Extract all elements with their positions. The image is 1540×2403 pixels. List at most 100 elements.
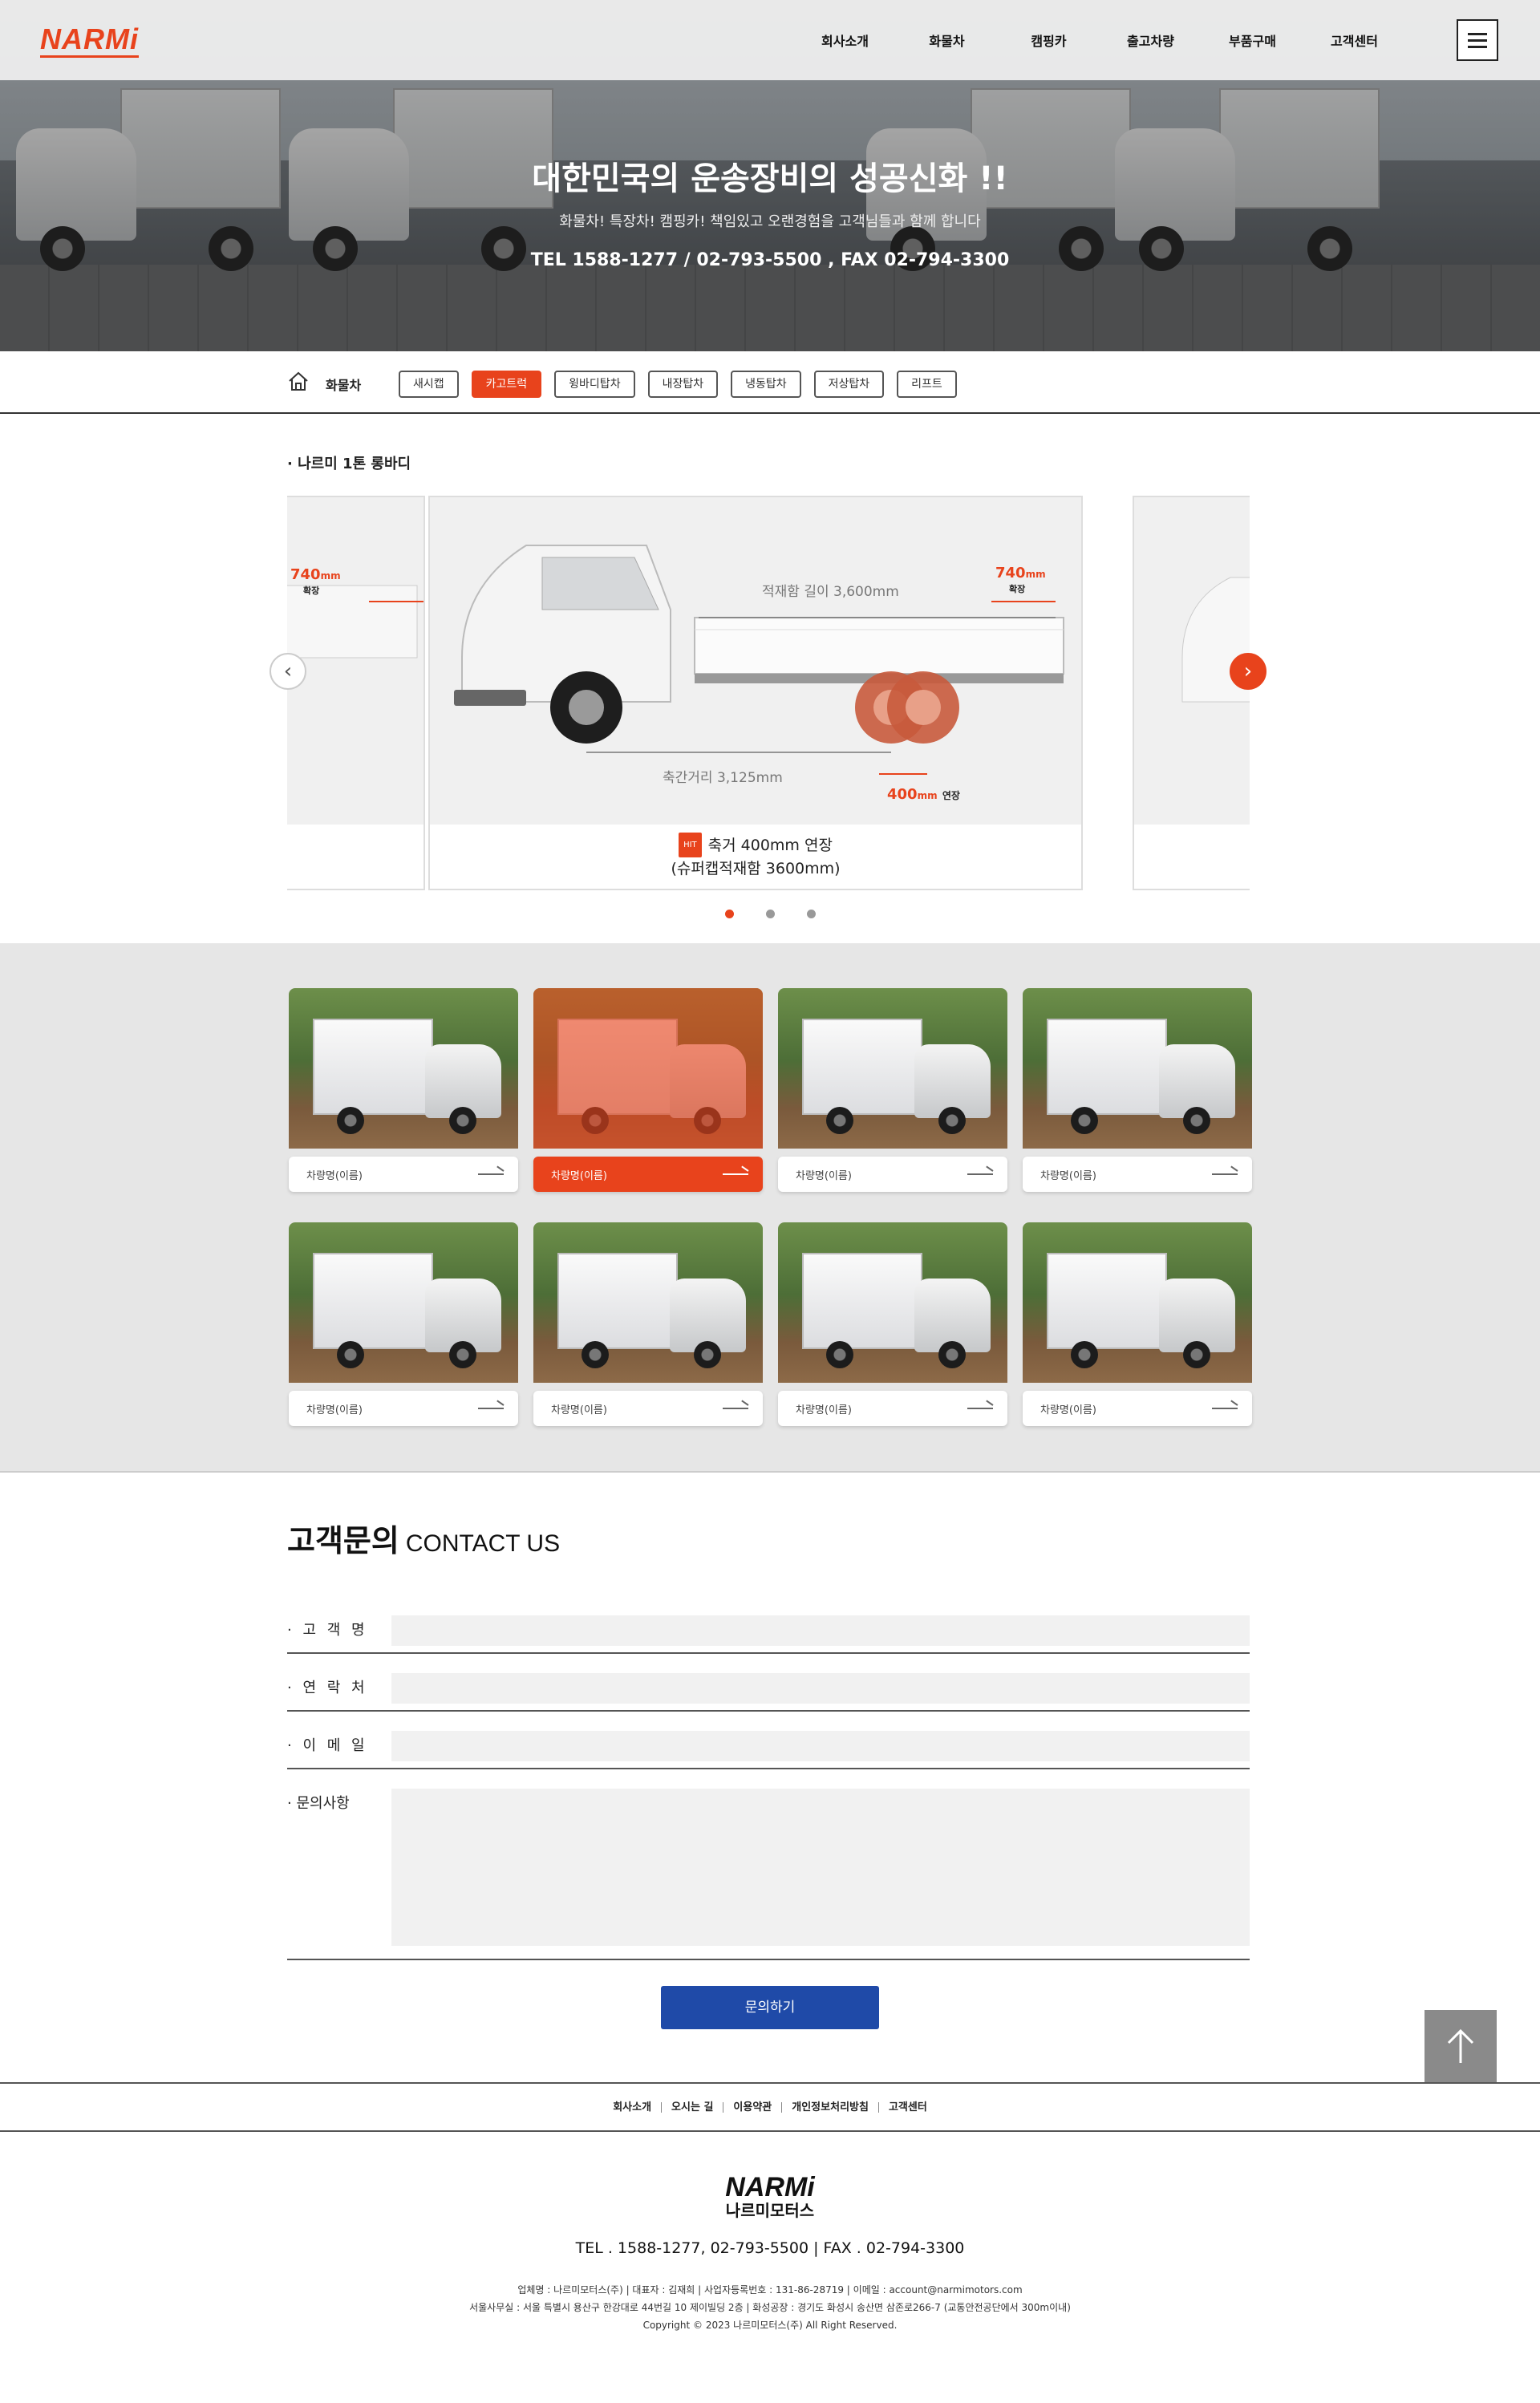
footer-links: 회사소개 오시는 길 이용약관 개인정보처리방침 고객센터 (0, 2082, 1540, 2132)
slide-caption: HIT 축거 400mm 연장 (슈퍼캡적재함 3600mm) (430, 833, 1081, 881)
form-row-phone: · 연 락 처 (287, 1667, 1250, 1712)
form-row-name: · 고 객 명 (287, 1609, 1250, 1654)
slider-next-button[interactable]: › (1230, 653, 1266, 690)
hero-subtitle: 화물차! 특장차! 캠핑카! 책임있고 오랜경험을 고객님들과 함께 합니다 (559, 213, 981, 230)
slider-pagination (0, 910, 1540, 918)
main-nav: 회사소개 화물차 캠핑카 출고차량 부품구매 고객센터 (794, 30, 1405, 50)
category-bar: 화물차 새시캡 카고트럭 윙바디탑차 내장탑차 냉동탑차 저상탑차 리프트 (0, 351, 1540, 414)
vehicle-gallery: 차량명(이름) 차량명(이름) 차량명(이름) 차량명(이름) 차량명(이름) … (0, 943, 1540, 1473)
nav-item-customer-center[interactable]: 고객센터 (1303, 30, 1405, 50)
vehicle-card[interactable]: 차량명(이름) (1023, 1222, 1252, 1426)
product-section-label: · 나르미 1톤 롱바디 (287, 456, 411, 472)
footer-link-company[interactable]: 회사소개 (603, 2102, 661, 2113)
vehicle-card[interactable]: 차량명(이름) (289, 988, 518, 1192)
form-row-inquiry: · 문의사항 (287, 1782, 1250, 1960)
vehicle-card[interactable]: 차량명(이름) (533, 988, 763, 1192)
vehicle-photo (1023, 1222, 1252, 1383)
pagination-dot[interactable] (724, 910, 734, 918)
vehicle-card-label[interactable]: 차량명(이름) (289, 1157, 518, 1192)
vehicle-card[interactable]: 차량명(이름) (778, 1222, 1007, 1426)
vehicle-card-label[interactable]: 차량명(이름) (289, 1391, 518, 1426)
product-slider: 740mm 확장 적재함 길이 3,600mm 740mm 확장 축간거리 3,… (287, 496, 1250, 890)
hot-badge: HIT (679, 833, 702, 857)
phone-label: · 연 락 처 (287, 1680, 368, 1696)
arrow-right-icon (967, 1408, 993, 1409)
vehicle-card-label[interactable]: 차량명(이름) (1023, 1157, 1252, 1192)
vehicle-photo (778, 1222, 1007, 1383)
vehicle-card[interactable]: 차량명(이름) (533, 1222, 763, 1426)
footer-contact: TEL . 1588-1277, 02-793-5500 | FAX . 02-… (575, 2239, 965, 2257)
hamburger-icon (1468, 32, 1487, 35)
arrow-right-icon (723, 1173, 748, 1175)
footer-link-terms[interactable]: 이용약관 (723, 2101, 781, 2113)
site-logo[interactable]: NARMi (40, 22, 139, 58)
arrow-up-icon (1447, 2028, 1474, 2063)
arrow-right-icon (967, 1173, 993, 1175)
nav-item-parts[interactable]: 부품구매 (1202, 30, 1303, 50)
vehicle-photo (289, 1222, 518, 1383)
vehicle-card[interactable]: 차량명(이름) (289, 1222, 518, 1426)
vehicle-card-label[interactable]: 차량명(이름) (533, 1157, 763, 1192)
tab-lift[interactable]: 리프트 (897, 371, 957, 398)
footer-company-info: 업체명 : 나르미모터스(주) | 대표자 : 김재희 | 사업자등록번호 : … (469, 2284, 1071, 2331)
extension-note: 확장 (1009, 584, 1026, 594)
footer-logo: NARMi 나르미모터스 (725, 2172, 815, 2220)
submit-inquiry-button[interactable]: 문의하기 (661, 1986, 879, 2029)
arrow-right-icon (1212, 1408, 1238, 1409)
tab-chassis-cab[interactable]: 새시캡 (399, 371, 459, 398)
scroll-to-top-button[interactable] (1424, 2010, 1497, 2082)
slider-prev-button[interactable]: ‹ (270, 653, 306, 690)
arrow-right-icon (478, 1173, 504, 1175)
tab-insulated-box[interactable]: 내장탑차 (647, 371, 719, 398)
slide-prev[interactable]: 740mm 확장 (287, 496, 425, 890)
wheelbase-label: 축간거리 3,125mm (663, 770, 783, 786)
vehicle-card[interactable]: 차량명(이름) (778, 988, 1007, 1192)
vehicle-photo (778, 988, 1007, 1149)
vehicle-photo (533, 1222, 763, 1383)
arrow-right-icon (1212, 1173, 1238, 1175)
slide-next[interactable] (1133, 496, 1250, 890)
inquiry-label: · 문의사항 (287, 1795, 350, 1812)
email-label: · 이 메 일 (287, 1737, 368, 1754)
vehicle-card-label[interactable]: 차량명(이름) (778, 1157, 1007, 1192)
vehicle-card-label[interactable]: 차량명(이름) (1023, 1391, 1252, 1426)
vehicle-photo (289, 988, 518, 1149)
tab-wing-body[interactable]: 윙바디탑차 (554, 371, 635, 398)
name-input[interactable] (391, 1615, 1250, 1646)
footer-link-support[interactable]: 고객센터 (877, 2101, 937, 2113)
footer-link-privacy[interactable]: 개인정보처리방침 (781, 2101, 878, 2113)
tab-refrigerated[interactable]: 냉동탑차 (731, 371, 801, 398)
nav-item-shipped-vehicles[interactable]: 출고차량 (1100, 30, 1202, 50)
cargo-length-label: 적재함 길이 3,600mm (762, 584, 899, 600)
category-title: 화물차 (326, 378, 362, 393)
nav-item-company[interactable]: 회사소개 (794, 30, 896, 50)
arrow-right-icon (478, 1408, 504, 1409)
vehicle-card-label[interactable]: 차량명(이름) (778, 1391, 1007, 1426)
email-input[interactable] (391, 1731, 1250, 1761)
vehicle-card[interactable]: 차량명(이름) (1023, 988, 1252, 1192)
category-tabs: 새시캡 카고트럭 윙바디탑차 내장탑차 냉동탑차 저상탑차 리프트 (399, 371, 957, 398)
extension-label: 740mm (995, 565, 1046, 582)
home-icon[interactable] (287, 371, 310, 393)
form-row-email: · 이 메 일 (287, 1724, 1250, 1769)
pagination-dot[interactable] (765, 910, 775, 918)
vehicle-card-label[interactable]: 차량명(이름) (533, 1391, 763, 1426)
tab-cargo-truck[interactable]: 카고트럭 (471, 371, 542, 398)
pagination-dot[interactable] (806, 910, 816, 918)
hero-contact-numbers: TEL 1588-1277 / 02-793-5500 , FAX 02-794… (530, 250, 1010, 270)
slide-image: 적재함 길이 3,600mm 740mm 확장 축간거리 3,125mm 400… (430, 497, 1081, 825)
footer-link-directions[interactable]: 오시는 길 (661, 2101, 723, 2113)
nav-item-cargo-truck[interactable]: 화물차 (896, 30, 998, 50)
inquiry-textarea[interactable] (391, 1789, 1250, 1946)
hamburger-menu-button[interactable] (1457, 19, 1498, 61)
phone-input[interactable] (391, 1673, 1250, 1704)
nav-item-camping-car[interactable]: 캠핑카 (998, 30, 1100, 50)
vehicle-photo (533, 988, 763, 1149)
axle-extension-label: 400mm 연장 (887, 786, 960, 803)
site-header: NARMi 회사소개 화물차 캠핑카 출고차량 부품구매 고객센터 (0, 0, 1540, 80)
slide-current[interactable]: 적재함 길이 3,600mm 740mm 확장 축간거리 3,125mm 400… (428, 496, 1083, 890)
arrow-right-icon (723, 1408, 748, 1409)
tab-low-floor[interactable]: 저상탑차 (813, 371, 885, 398)
vehicle-photo (1023, 988, 1252, 1149)
contact-title: 고객문의 CONTACT US (287, 1523, 561, 1558)
